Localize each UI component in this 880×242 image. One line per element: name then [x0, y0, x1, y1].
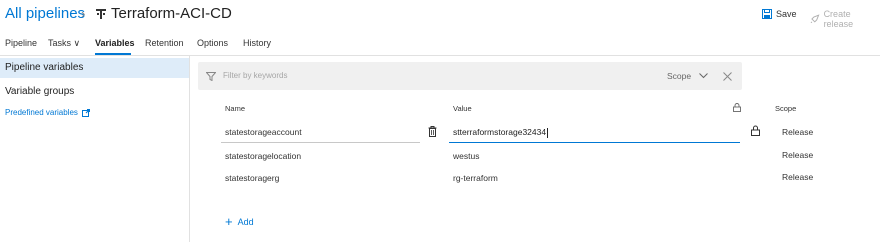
- variables-sidebar: Pipeline variables Variable groups Prede…: [0, 56, 190, 242]
- variable-value: stterraformstorage32434: [453, 127, 547, 137]
- pipeline-title: Terraform-ACI-CD: [111, 5, 232, 22]
- tab-history[interactable]: History: [243, 38, 271, 48]
- chevron-down-icon: [699, 73, 708, 79]
- breadcrumb-separator: ›: [81, 6, 86, 21]
- tab-tasks[interactable]: Tasks ∨: [48, 38, 80, 49]
- filter-input[interactable]: Filter by keywords: [223, 71, 287, 80]
- variable-scope[interactable]: Release: [782, 172, 813, 182]
- tab-bar: Pipeline Tasks ∨ Variables Retention Opt…: [0, 38, 880, 56]
- variable-value[interactable]: westus: [453, 151, 479, 161]
- column-header-value[interactable]: Value: [453, 104, 472, 113]
- sidebar-item-variable-groups[interactable]: Variable groups: [5, 86, 74, 97]
- create-release-button[interactable]: Create release: [810, 9, 880, 29]
- pipeline-icon: [96, 9, 106, 19]
- save-icon: [762, 9, 772, 19]
- filter-icon: [206, 72, 216, 81]
- page-header: All pipelines › Terraform-ACI-CD Save Cr…: [0, 0, 880, 32]
- filter-bar: Filter by keywords Scope: [198, 62, 742, 90]
- column-header-name[interactable]: Name: [225, 104, 245, 113]
- variable-name[interactable]: statestoragerg: [225, 173, 279, 183]
- variable-value[interactable]: rg-terraform: [453, 173, 498, 183]
- sidebar-item-label[interactable]: Pipeline variables: [5, 62, 83, 73]
- predefined-variables-label: Predefined variables: [5, 108, 78, 117]
- add-label: Add: [237, 217, 254, 227]
- save-button[interactable]: Save: [762, 9, 797, 19]
- text-cursor: [547, 127, 549, 138]
- tab-pipeline[interactable]: Pipeline: [5, 38, 37, 48]
- plus-icon: +: [225, 214, 233, 229]
- variable-name[interactable]: statestorageaccount: [225, 127, 302, 137]
- tab-variables[interactable]: Variables: [95, 38, 135, 48]
- add-variable-button[interactable]: + Add: [225, 214, 254, 229]
- create-release-label: Create release: [823, 9, 854, 29]
- rocket-icon: [810, 14, 820, 24]
- save-label: Save: [776, 9, 797, 19]
- external-link-icon: [81, 108, 90, 117]
- predefined-variables-link[interactable]: Predefined variables: [5, 108, 90, 117]
- close-icon[interactable]: [723, 72, 732, 81]
- tab-retention[interactable]: Retention: [145, 38, 184, 48]
- variable-name[interactable]: statestoragelocation: [225, 151, 301, 161]
- lock-icon: [733, 103, 741, 112]
- variable-scope[interactable]: Release: [782, 127, 813, 137]
- scope-dropdown-label: Scope: [667, 71, 692, 81]
- variable-value-input[interactable]: stterraformstorage32434: [453, 127, 549, 138]
- lock-icon[interactable]: [751, 125, 760, 136]
- column-header-scope[interactable]: Scope: [775, 104, 796, 113]
- tab-options[interactable]: Options: [197, 38, 228, 48]
- scope-dropdown[interactable]: Scope: [667, 71, 708, 81]
- breadcrumb-all-pipelines[interactable]: All pipelines: [5, 5, 85, 22]
- trash-icon[interactable]: [428, 126, 437, 137]
- variable-scope[interactable]: Release: [782, 150, 813, 160]
